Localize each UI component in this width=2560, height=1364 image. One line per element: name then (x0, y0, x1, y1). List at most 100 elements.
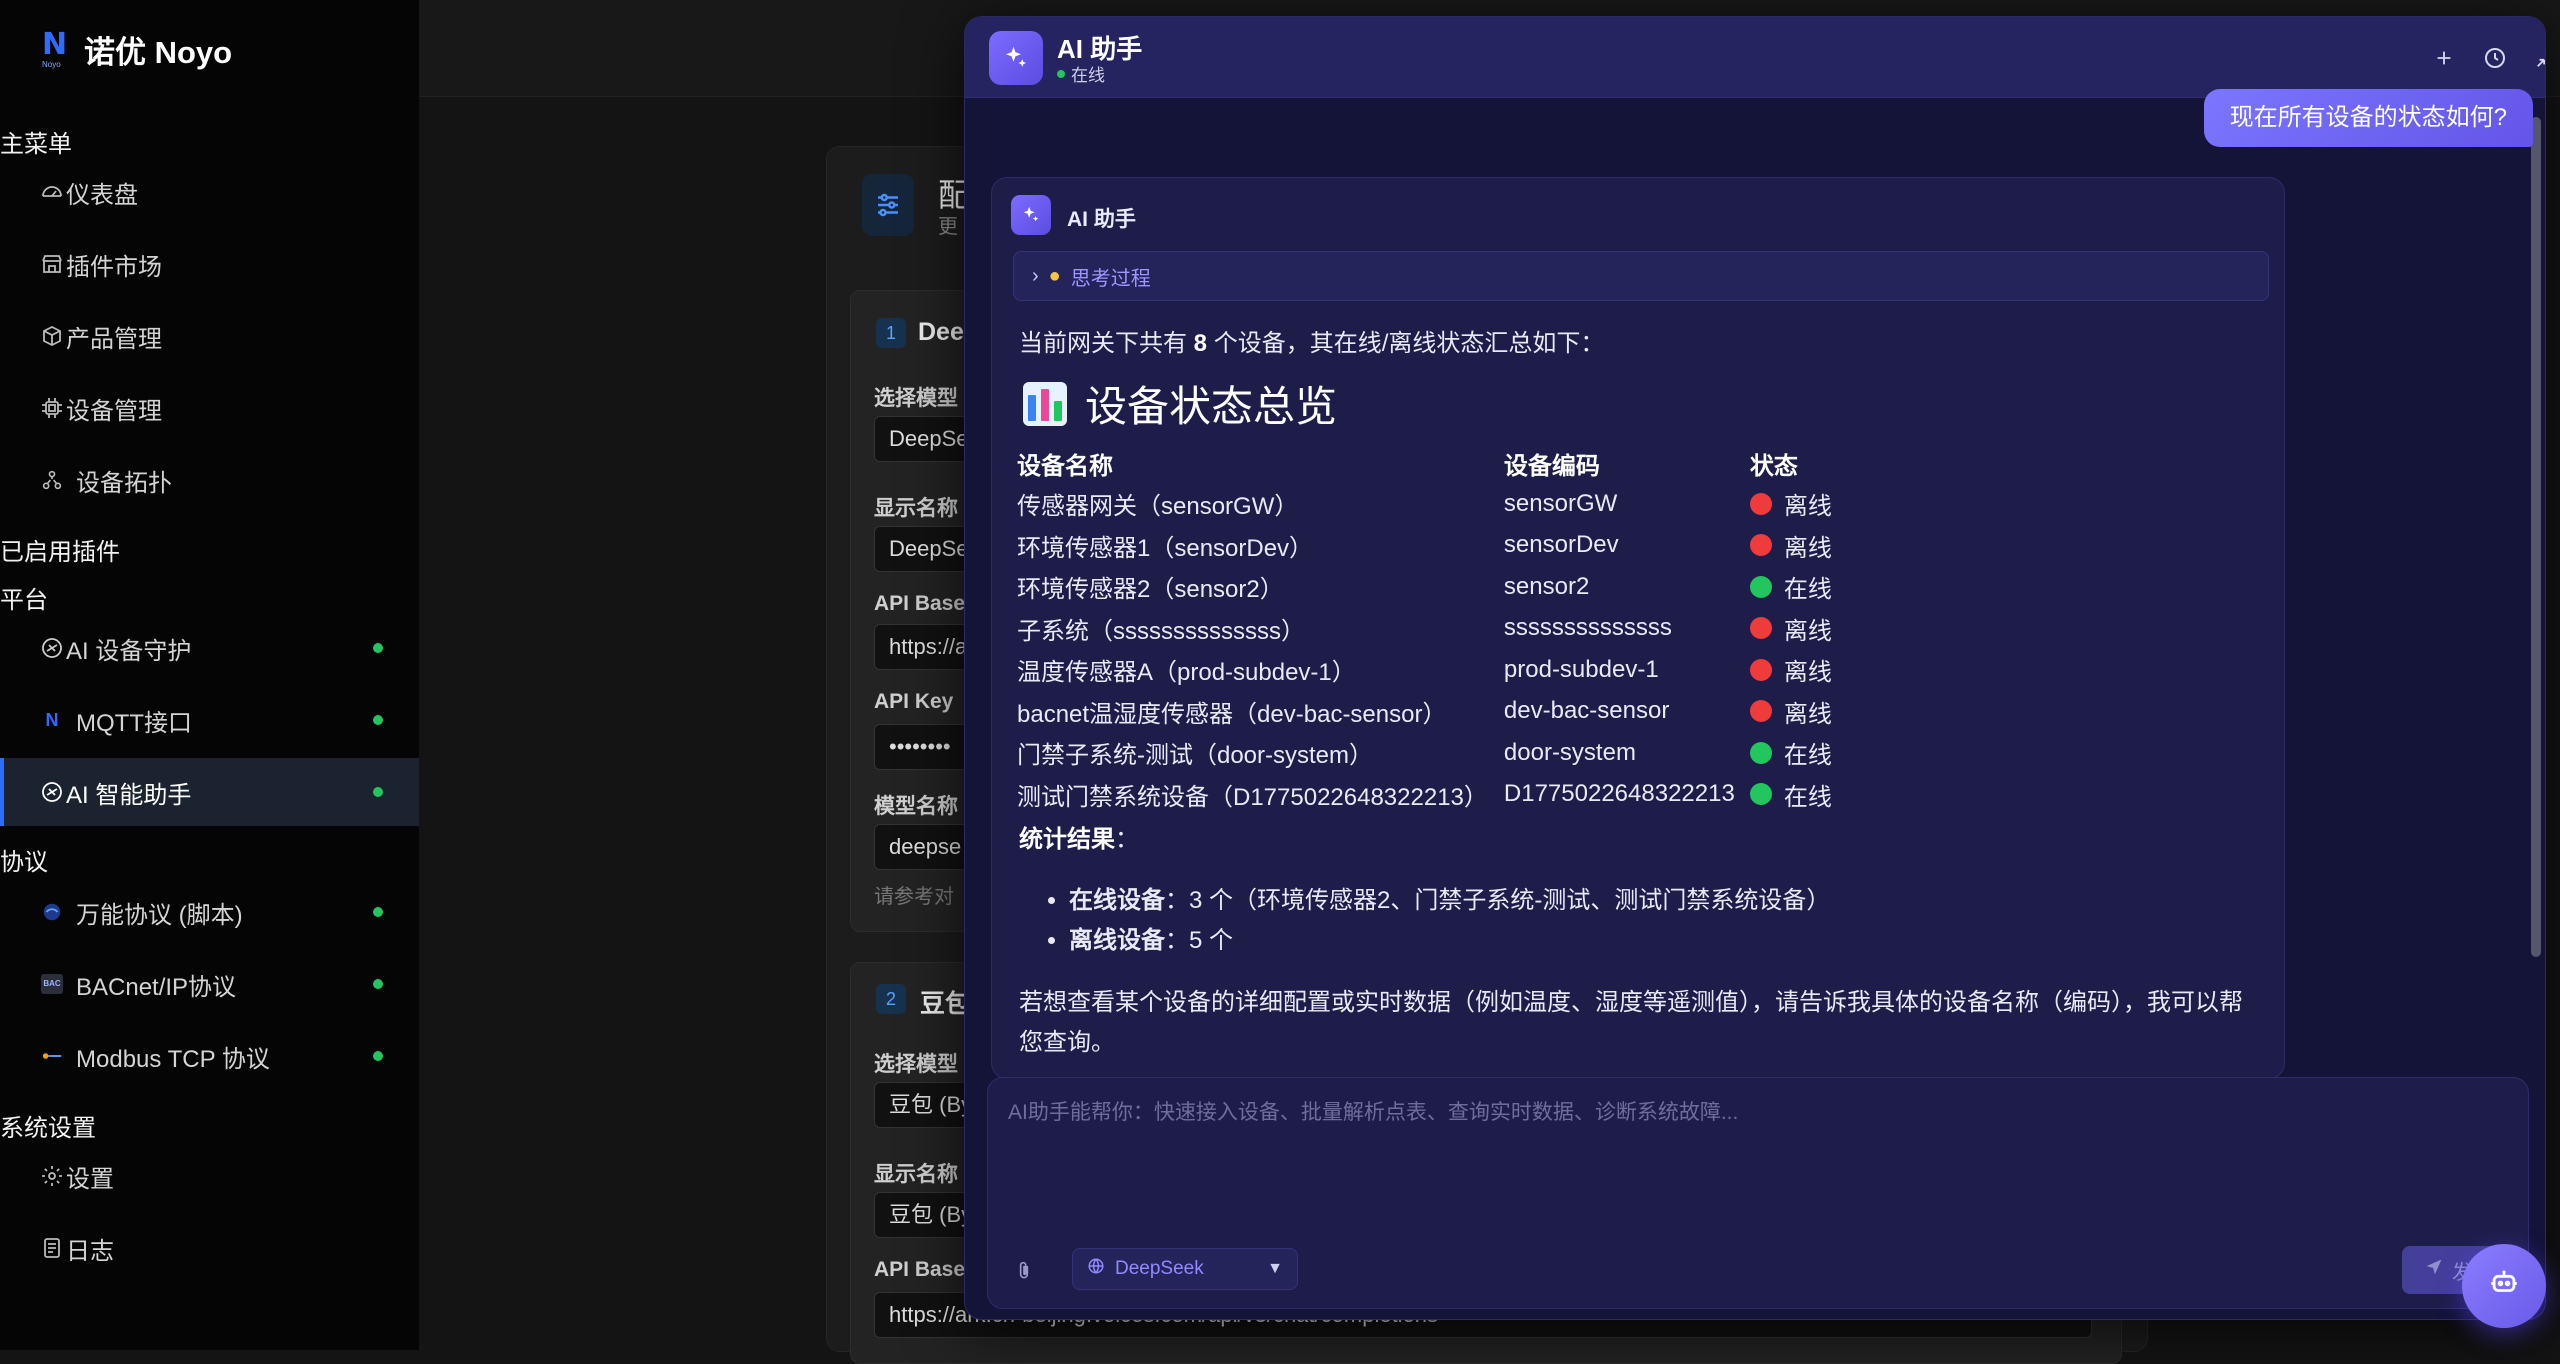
status-dot-icon (1749, 783, 1772, 805)
lightbulb-icon: ● (1048, 264, 1061, 287)
thinking-label: 思考过程 (1070, 267, 1151, 290)
enabled-plugins-title: 已启用插件 (0, 539, 120, 566)
column-header: 设备编码 (1503, 452, 1600, 480)
sidebar-item-label: 设备拓扑 (76, 469, 172, 497)
sidebar-item-label: 设置 (66, 1165, 114, 1193)
chevron-right-icon: › (1032, 264, 1039, 287)
status-dot-icon (1749, 492, 1772, 515)
sidebar-item-settings[interactable]: 设置 (0, 1142, 419, 1210)
status-dot-icon (1749, 534, 1772, 556)
user-message: 现在所有设备的状态如何? (2203, 89, 2533, 147)
model-dropdown[interactable]: DeepSeek ▼ (1072, 1248, 1298, 1290)
model-name: DeepSeek (1115, 1258, 1204, 1279)
assistant-fab-button[interactable] (2462, 1244, 2546, 1328)
status-dot-icon (1749, 658, 1772, 681)
section-heading: 设备状态总览 (1023, 373, 1337, 434)
device-status: 在线 (1749, 774, 1848, 816)
bacnet-icon: BAC (38, 970, 66, 998)
device-code: sensorGW (1503, 489, 1618, 517)
dashboard-icon (38, 178, 66, 206)
field-label: 模型名称 (874, 795, 958, 818)
column-header: 设备名称 (1017, 452, 1113, 480)
thinking-toggle[interactable]: › ● 思考过程 (1013, 251, 2269, 301)
minimize-button[interactable] (2529, 41, 2545, 75)
sidebar-item-label: BACnet/IP协议 (76, 973, 237, 1001)
section-title: Dee (918, 318, 964, 346)
sidebar-item-topology[interactable]: 设备拓扑 (0, 446, 419, 514)
status-dot (1057, 69, 1065, 78)
sidebar: N Noyo 诺优 Noyo 主菜单 仪表盘 插件市场 产品管理 设备管理 设备… (0, 0, 419, 1350)
field-label: 显示名称 (874, 1163, 958, 1186)
sparkle-icon (1011, 195, 1051, 235)
enabled-status-dot (373, 787, 383, 797)
noyo-logo-icon: N Noyo (42, 27, 68, 70)
section-number: 1 (876, 318, 906, 348)
device-name: 测试门禁系统设备（D1775022648322213） (1017, 783, 1488, 811)
sidebar-item-label: 仪表盘 (66, 181, 138, 209)
table-row: 环境传感器2（sensor2） sensor2 在线 (1017, 566, 1848, 608)
ai-guard-icon (38, 634, 66, 662)
sidebar-item-label: 产品管理 (66, 325, 162, 353)
paperclip-icon[interactable] (1014, 1260, 1034, 1288)
config-page-subtitle: 更 (938, 216, 958, 238)
assistant-name: AI 助手 (1067, 208, 1136, 231)
enabled-status-dot (373, 643, 383, 653)
online-status: 在线 (1057, 61, 1105, 86)
column-header: 状态 (1749, 452, 1798, 480)
device-code: sensorDev (1503, 531, 1619, 559)
chevron-down-icon: ▼ (1267, 1260, 1283, 1277)
bar-chart-icon (1023, 381, 1067, 426)
sidebar-item-logs[interactable]: 日志 (0, 1214, 419, 1282)
history-button[interactable] (2478, 41, 2512, 75)
intro-text: 当前网关下共有 8 个设备，其在线/离线状态汇总如下： (1019, 330, 1605, 357)
ai-assistant-icon (38, 778, 66, 806)
mqtt-icon: N (45, 709, 59, 730)
sidebar-item-products[interactable]: 产品管理 (0, 302, 419, 370)
ai-assistant-panel: AI 助手 在线 现在所有设备的状态如何? AI 助手 › ● 思考过程 当前网… (964, 16, 2546, 1320)
enabled-status-dot (373, 907, 383, 917)
device-status: 在线 (1749, 732, 1848, 774)
sidebar-item-dashboard[interactable]: 仪表盘 (0, 158, 419, 226)
field-label: 选择模型 (874, 387, 958, 410)
sidebar-item-script-protocol[interactable]: 万能协议 (脚本) (0, 878, 419, 946)
table-header-row: 设备名称 设备编码 状态 (1017, 443, 1848, 483)
sidebar-item-modbus[interactable]: Modbus TCP 协议 (0, 1022, 419, 1090)
new-chat-button[interactable] (2427, 41, 2461, 75)
device-code: dev-bac-sensor (1503, 697, 1670, 725)
sidebar-item-mqtt[interactable]: N MQTT接口 (0, 686, 419, 754)
status-dot-icon (1749, 617, 1772, 639)
brand-logo[interactable]: N Noyo 诺优 Noyo (38, 26, 232, 72)
stats-list: 在线设备：3 个（环境传感器2、门禁子系统-测试、测试门禁系统设备） 离线设备：… (1045, 881, 1830, 961)
device-name: 传感器网关（sensorGW） (1017, 493, 1299, 521)
sidebar-item-ai-assistant[interactable]: AI 智能助手 (0, 758, 419, 826)
sidebar-item-ai-guard[interactable]: AI 设备守护 (0, 614, 419, 682)
device-code: D1775022648322213 (1503, 780, 1735, 808)
device-status: 离线 (1749, 691, 1848, 733)
enabled-status-dot (373, 715, 383, 725)
sidebar-item-label: 万能协议 (脚本) (76, 901, 243, 929)
sidebar-item-bacnet[interactable]: BAC BACnet/IP协议 (0, 950, 419, 1018)
device-name: 门禁子系统-测试（door-system） (1017, 742, 1374, 770)
section-number: 2 (876, 984, 906, 1014)
chat-input[interactable]: AI助手能帮你：快速接入设备、批量解析点表、查询实时数据、诊断系统故障... D… (987, 1077, 2529, 1309)
platform-title: 平台 (0, 587, 48, 614)
field-label: API Key (874, 690, 954, 713)
sidebar-item-label: MQTT接口 (76, 709, 192, 737)
device-name: 环境传感器2（sensor2） (1017, 576, 1284, 604)
sidebar-item-label: AI 智能助手 (66, 781, 192, 809)
field-label: 显示名称 (874, 497, 958, 520)
list-item: 离线设备：5 个 (1069, 921, 1830, 961)
store-icon (38, 250, 66, 278)
table-row: 环境传感器1（sensorDev） sensorDev 离线 (1017, 525, 1848, 567)
device-name: 环境传感器1（sensorDev） (1017, 534, 1314, 562)
topology-icon (38, 466, 66, 494)
device-status: 离线 (1749, 483, 1848, 525)
table-row: 温度传感器A（prod-subdev-1） prod-subdev-1 离线 (1017, 649, 1848, 691)
brand-name: 诺优 Noyo (84, 34, 233, 70)
protocol-title: 协议 (0, 849, 48, 876)
field-label: API Base (874, 592, 966, 615)
chat-scrollbar[interactable] (2531, 97, 2541, 1097)
sidebar-item-label: 日志 (66, 1237, 114, 1265)
sidebar-item-plugin-market[interactable]: 插件市场 (0, 230, 419, 298)
sidebar-item-devices[interactable]: 设备管理 (0, 374, 419, 442)
